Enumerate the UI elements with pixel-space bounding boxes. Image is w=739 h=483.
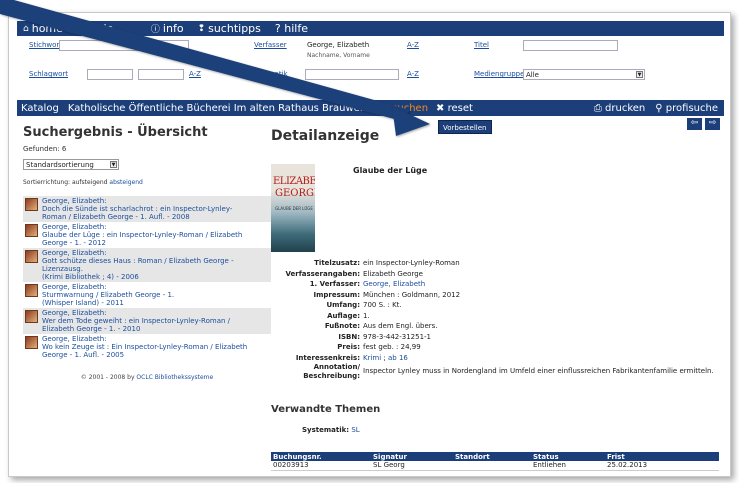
table-header-row: Buchungsnr. Signatur Standort Status Fri…: [271, 452, 719, 461]
search-icon: ⚲: [381, 102, 389, 114]
profisuche-link[interactable]: ⚲ profisuche: [655, 103, 718, 114]
book-thumbnail-icon: [25, 310, 38, 323]
systematik-row: Systematik: SL: [302, 426, 360, 434]
nav-home[interactable]: ⌂ home: [23, 22, 63, 35]
schlagwort-az-link[interactable]: A-Z: [189, 70, 201, 78]
bulb-icon: ❢: [197, 23, 206, 34]
verfasser-az-link[interactable]: A-Z: [407, 41, 419, 49]
systematik-input[interactable]: [305, 69, 399, 80]
sort-select[interactable]: Standardsortierung ▼: [23, 159, 119, 170]
ab16-link[interactable]: ab 16: [388, 354, 408, 362]
field-verfasserangaben: Verfasserangaben: Elizabeth George: [285, 269, 423, 278]
field-impressum: Impressum: München : Goldmann, 2012: [313, 290, 461, 299]
next-arrow-icon[interactable]: ⇨: [705, 118, 720, 130]
field-preis: Preis: fest geb. : 24,99: [337, 343, 421, 351]
browser-frame: ⌂ home ▪ ...plo ⓘ info ❢ suchtipps ? hil…: [8, 12, 731, 477]
catalog-bar: Katalog Katholische Öffentliche Bücherei…: [17, 100, 724, 116]
table-row: 00203913 SL Georg Entliehen 25.02.2013: [271, 461, 719, 471]
list-item[interactable]: George, Elizabeth: Glaube der Lüge : ein …: [23, 222, 271, 248]
result-overview-title: Suchergebnis - Übersicht: [23, 125, 208, 140]
stichwort-label[interactable]: Stichwort: [29, 41, 62, 49]
chevron-down-icon: ▼: [110, 161, 117, 168]
schlagwort-label[interactable]: Schlagwort: [29, 70, 68, 78]
author-link[interactable]: George, Elizabeth: [363, 280, 425, 288]
result-list: George, Elizabeth: Doch die Sünde ist sch…: [23, 196, 271, 360]
sort-direction: Sortierrichtung: aufsteigend absteigend: [23, 179, 143, 186]
detail-fields: Titelzusatz: ein Inspector-Lynley-Roman V…: [259, 258, 729, 380]
list-item[interactable]: George, Elizabeth: Sturmwarnung / Elizabe…: [23, 282, 271, 308]
printer-icon: ⎙: [593, 102, 602, 114]
suchen-link[interactable]: ⚲ suchen: [382, 103, 428, 114]
list-item[interactable]: George, Elizabeth: Wo kein Zeuge ist : Ei…: [23, 334, 271, 360]
field-verfasser: 1. Verfasser: George, Elizabeth: [309, 280, 426, 288]
field-umfang: Umfang: 700 S. : Kt.: [326, 301, 402, 309]
nav-suchtipps[interactable]: ❢ suchtipps: [198, 22, 261, 35]
book-thumbnail-icon: [25, 224, 38, 237]
verfasser-note: Nachname, Vorname: [307, 52, 370, 59]
nav-info[interactable]: ⓘ info: [151, 22, 184, 35]
field-annotation: Annotation/Beschreibung: Inspector Lynle…: [303, 363, 714, 380]
book-title: Glaube der Lüge: [353, 166, 428, 175]
nav-hidden-item[interactable]: ▪ ...plo: [77, 22, 137, 35]
holdings-table: Buchungsnr. Signatur Standort Status Fri…: [271, 452, 719, 471]
book-thumbnail-icon: [25, 336, 38, 349]
reset-link[interactable]: ✖ reset: [436, 103, 473, 114]
verfasser-input[interactable]: George, Elizabeth: [305, 40, 399, 51]
oclc-link[interactable]: OCLC Bibliothekssysteme: [136, 374, 213, 381]
book-thumbnail-icon: [25, 284, 38, 297]
list-item[interactable]: George, Elizabeth: Doch die Sünde ist sch…: [23, 196, 271, 222]
titel-label[interactable]: Titel: [474, 41, 489, 49]
krimi-link[interactable]: Krimi: [363, 354, 381, 362]
mediengruppe-label[interactable]: Mediengruppe: [474, 70, 524, 78]
book-thumbnail-icon: [25, 250, 38, 263]
mediengruppe-select[interactable]: Alle ▼: [523, 69, 645, 80]
home-icon: ⌂: [23, 23, 29, 34]
systematik-az-link[interactable]: A-Z: [407, 70, 419, 78]
list-item[interactable]: George, Elizabeth: Gott schütze dieses Ha…: [23, 248, 271, 282]
book-cover: ELIZABETH GEORGE GLAUBE DER LÜGE: [271, 164, 315, 252]
field-titelzusatz: Titelzusatz: ein Inspector-Lynley-Roman: [314, 259, 460, 267]
sort-desc-link[interactable]: absteigend: [109, 179, 142, 186]
library-name: Katholische Öffentliche Bücherei Im alte…: [67, 102, 376, 114]
copyright: © 2001 - 2008 by OCLC Bibliothekssysteme: [80, 374, 214, 381]
stichwort-input[interactable]: [59, 40, 189, 51]
info-icon: ⓘ: [150, 25, 160, 35]
related-topics-title: Verwandte Themen: [271, 404, 381, 415]
result-overview: Suchergebnis - Übersicht Gefunden: 6 Sta…: [23, 125, 271, 381]
magnifier-icon: ⚲: [655, 102, 663, 114]
found-count: Gefunden: 6: [23, 145, 67, 153]
verfasser-label[interactable]: Verfasser: [254, 41, 287, 49]
prev-arrow-icon[interactable]: ⇦: [687, 118, 702, 130]
schlagwort-input-1[interactable]: [87, 69, 133, 80]
hidden-icon: ▪: [76, 23, 84, 34]
drucken-link[interactable]: ⎙ drucken: [594, 103, 645, 114]
field-isbn: ISBN: 978-3-442-31251-1: [338, 332, 432, 341]
reset-icon: ✖: [436, 102, 445, 114]
book-thumbnail-icon: [25, 198, 38, 211]
schlagwort-input-2[interactable]: [138, 69, 184, 80]
nav-hilfe[interactable]: ? hilfe: [275, 22, 308, 35]
field-interessenkreis: Interessenkreis: Krimi ; ab 16: [295, 353, 408, 362]
field-auflage: Auflage: 1.: [327, 311, 370, 320]
detail-title: Detailanzeige: [271, 128, 380, 144]
field-fussnote: Fußnote: Aus dem Engl. übers.: [324, 322, 438, 330]
search-form: Stichwort Schlagwort A-Z Verfasser Georg…: [17, 37, 724, 99]
catalog-label: Katalog: [21, 102, 59, 114]
systematik-link[interactable]: SL: [351, 426, 359, 434]
chevron-down-icon: ▼: [636, 71, 643, 78]
titel-input[interactable]: [523, 40, 618, 51]
vorbestellen-button[interactable]: Vorbestellen: [438, 120, 492, 134]
systematik-label[interactable]: ...tematik: [254, 70, 288, 78]
top-nav: ⌂ home ▪ ...plo ⓘ info ❢ suchtipps ? hil…: [17, 21, 724, 36]
list-item[interactable]: George, Elizabeth: Wer dem Tode geweiht :…: [23, 308, 271, 334]
